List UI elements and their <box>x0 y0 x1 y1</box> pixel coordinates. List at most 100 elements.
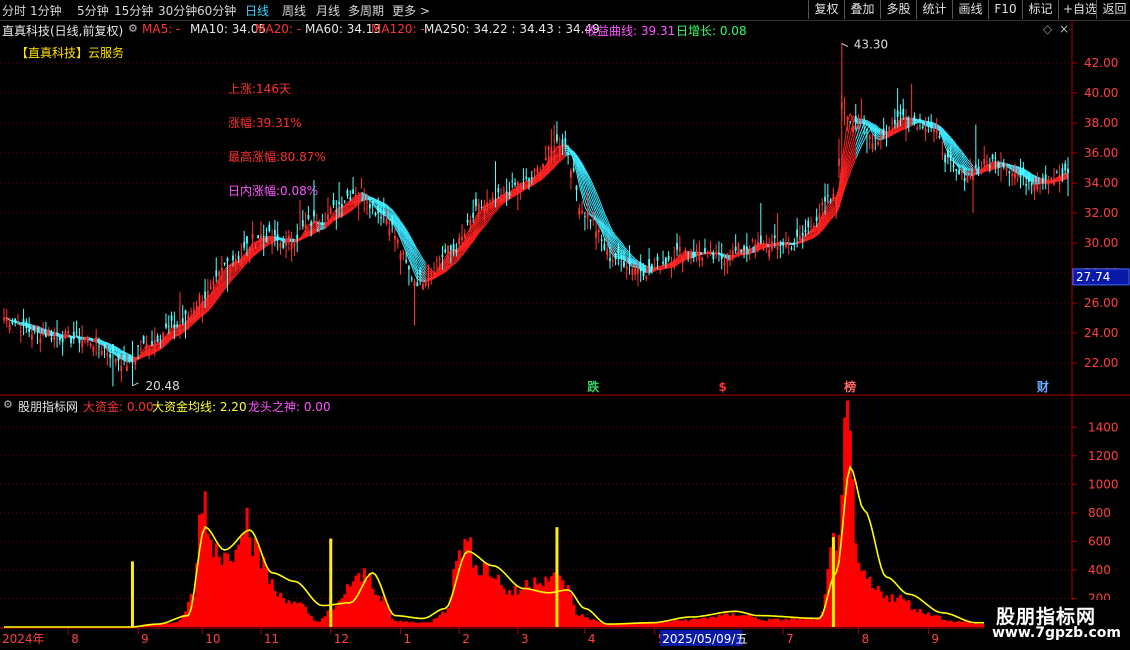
candle-body <box>868 134 871 140</box>
candle-body <box>477 203 480 210</box>
candle-body <box>958 169 960 175</box>
candle-body <box>553 150 556 152</box>
candle-body <box>592 219 595 221</box>
volume-bar <box>471 567 475 627</box>
volume-bar <box>413 622 417 627</box>
candle-body <box>871 143 874 150</box>
candle-body <box>877 142 879 145</box>
volume-bar <box>234 549 238 627</box>
candle-body <box>564 138 567 144</box>
volume-bar <box>175 621 179 627</box>
volume-bar <box>474 565 478 627</box>
candle-body <box>290 242 293 250</box>
volume-bar <box>220 565 224 627</box>
candle-body <box>251 234 254 239</box>
candle-body <box>223 262 226 265</box>
volume-bar <box>460 558 464 627</box>
candle-body <box>81 340 84 347</box>
volume-bar <box>709 617 713 627</box>
candle-body <box>846 117 849 119</box>
volume-bar <box>697 618 702 627</box>
candle-body <box>994 157 997 159</box>
candle-body <box>410 278 413 280</box>
price-tick-label: 34.00 <box>1084 176 1118 190</box>
volume-bar <box>401 621 406 627</box>
candle-body <box>368 203 371 209</box>
volume-bar <box>569 593 573 627</box>
candle-body <box>408 266 410 270</box>
volume-bar <box>575 614 579 627</box>
candle-body <box>433 271 435 273</box>
volume-bar <box>670 621 674 627</box>
candle-body <box>112 344 114 352</box>
candle-body <box>50 338 53 340</box>
volume-bar <box>270 579 274 627</box>
candle-body <box>843 111 846 113</box>
volume-bar <box>522 588 526 627</box>
stock-chart[interactable]: 22.0024.0026.0028.0030.0032.0034.0036.00… <box>0 0 1130 650</box>
volume-bar <box>209 539 213 627</box>
candle-body <box>729 259 731 261</box>
candle-body <box>201 301 204 307</box>
candle-body <box>829 200 832 202</box>
candle-body <box>1011 173 1014 177</box>
candle-body <box>382 210 385 215</box>
candle-body <box>935 130 938 133</box>
volume-bar <box>834 550 838 627</box>
low-arrow <box>132 382 139 387</box>
volume-bar <box>382 596 386 627</box>
candle-body <box>98 345 100 347</box>
volume-bar <box>561 580 565 627</box>
volume-bar <box>214 543 218 627</box>
candle-body <box>625 267 628 270</box>
candle-body <box>449 245 452 251</box>
candle-body <box>634 268 637 275</box>
candle-body <box>838 158 840 166</box>
ma-segment <box>665 267 669 269</box>
volume-bar <box>435 617 439 627</box>
candle-body <box>444 249 447 253</box>
volume-bar <box>452 569 456 627</box>
volume-bar <box>273 590 277 627</box>
candle-body <box>648 259 651 267</box>
volume-bar <box>681 620 685 627</box>
volume-tick-label: 1400 <box>1088 420 1119 434</box>
volume-bar <box>781 619 785 627</box>
candle-body <box>921 126 924 129</box>
candle-body <box>421 283 424 290</box>
candle-body <box>910 118 913 123</box>
volume-bar <box>597 621 601 627</box>
candle-body <box>539 172 542 176</box>
candle-body <box>854 115 857 123</box>
candle-body <box>977 166 980 170</box>
volume-bar <box>787 620 791 627</box>
volume-bar <box>334 605 339 627</box>
candle-body <box>561 139 564 146</box>
candle-body <box>53 334 56 341</box>
candle-body <box>106 353 109 356</box>
candle-body <box>695 249 698 251</box>
candle-body <box>61 338 64 343</box>
volume-bar <box>438 615 442 627</box>
candle-body <box>542 163 544 168</box>
price-tick-label: 30.00 <box>1084 236 1118 250</box>
volume-bar <box>686 621 690 627</box>
price-tick-label: 36.00 <box>1084 146 1118 160</box>
volume-bar <box>672 619 676 627</box>
candle-body <box>380 217 382 219</box>
candle-body <box>315 224 318 227</box>
candle-body <box>33 326 36 329</box>
volume-bar <box>580 614 584 627</box>
candle-body <box>1047 182 1050 185</box>
volume-bar <box>759 620 763 627</box>
volume-bar <box>731 613 735 627</box>
event-marker: 财 <box>1036 379 1049 394</box>
volume-bar <box>790 618 794 627</box>
volume-bar <box>496 574 500 627</box>
volume-bar <box>692 618 696 627</box>
candle-body <box>327 214 329 221</box>
candle-body <box>452 244 455 251</box>
candle-body <box>818 213 821 220</box>
candle-body <box>22 319 25 323</box>
volume-bar <box>245 507 249 627</box>
